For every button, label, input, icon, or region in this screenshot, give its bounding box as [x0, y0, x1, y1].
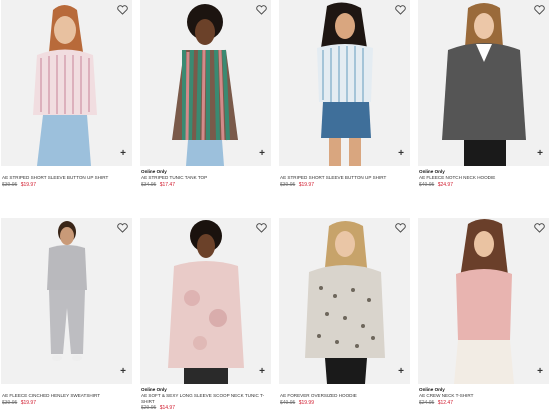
product-name[interactable]: AE Fleece Cinched Henley Sweatshirt	[2, 393, 130, 399]
favorite-heart-icon[interactable]	[116, 222, 128, 234]
price-row: $39.95 $19.97	[2, 182, 132, 189]
price-row: $29.95 $14.97	[141, 405, 271, 412]
add-plus-icon[interactable]: +	[537, 149, 543, 159]
product-photo[interactable]: +	[140, 218, 271, 384]
add-plus-icon[interactable]: +	[259, 149, 265, 159]
product-photo[interactable]: +	[140, 0, 271, 166]
price-row: $39.95 $19.97	[2, 400, 132, 407]
sale-price: $19.97	[298, 181, 314, 188]
product-photo[interactable]: +	[1, 0, 132, 166]
sale-price: $24.97	[437, 181, 453, 188]
product-name[interactable]: AE Striped Short Sleeve Button Up Shirt	[280, 175, 408, 181]
online-only-badge: Online Only	[141, 387, 167, 392]
product-card[interactable]: + AE Fleece Cinched Henley Sweatshirt $3…	[1, 218, 132, 414]
online-only-badge: Online Only	[141, 169, 167, 174]
sale-price: $17.47	[159, 181, 175, 188]
sale-price: $14.97	[159, 405, 175, 411]
add-plus-icon[interactable]: +	[537, 367, 543, 377]
original-price: $24.95	[419, 399, 435, 406]
sale-price: $19.97	[20, 181, 36, 188]
add-plus-icon[interactable]: +	[120, 149, 126, 159]
price-row: $49.95 $24.97	[419, 182, 549, 189]
product-image	[140, 0, 271, 166]
online-only-badge: Online Only	[419, 169, 445, 174]
price-row: $49.95 $19.99	[280, 400, 410, 407]
product-name[interactable]: AE Forever Oversized Hoodie	[280, 393, 408, 399]
product-card[interactable]: + Online Only AE Striped Tunic Tank Top …	[140, 0, 271, 202]
product-photo[interactable]: +	[418, 218, 549, 384]
product-card[interactable]: + Online Only AE Fleece Notch Neck Hoodi…	[418, 0, 549, 202]
product-image	[1, 0, 132, 166]
add-plus-icon[interactable]: +	[398, 367, 404, 377]
product-photo[interactable]: +	[279, 0, 410, 166]
product-image	[140, 218, 271, 384]
product-card[interactable]: + Online Only AE Crew Neck T-Shirt $24.9…	[418, 218, 549, 414]
product-image	[279, 0, 410, 166]
product-name[interactable]: AE Soft & Sexy Long Sleeve Scoop Neck Tu…	[141, 393, 269, 404]
sale-price: $19.99	[298, 399, 314, 406]
favorite-heart-icon[interactable]	[394, 222, 406, 234]
price-row: $34.95 $17.47	[141, 182, 271, 189]
original-price: $39.95	[280, 181, 296, 188]
product-card[interactable]: + AE Striped Short Sleeve Button Up Shir…	[279, 0, 410, 202]
product-image	[279, 218, 410, 384]
original-price: $34.95	[141, 181, 157, 188]
product-name[interactable]: AE Crew Neck T-Shirt	[419, 393, 547, 399]
product-card[interactable]: + AE Forever Oversized Hoodie $49.95 $19…	[279, 218, 410, 414]
original-price: $39.95	[2, 181, 18, 188]
price-row: $39.95 $19.97	[280, 182, 410, 189]
favorite-heart-icon[interactable]	[533, 4, 545, 16]
product-name[interactable]: AE Fleece Notch Neck Hoodie	[419, 175, 547, 181]
product-grid: + AE Striped Short Sleeve Button Up Shir…	[0, 0, 550, 414]
product-photo[interactable]: +	[418, 0, 549, 166]
original-price: $29.95	[141, 405, 157, 411]
add-plus-icon[interactable]: +	[120, 367, 126, 377]
original-price: $49.95	[419, 181, 435, 188]
favorite-heart-icon[interactable]	[255, 222, 267, 234]
product-card[interactable]: + AE Striped Short Sleeve Button Up Shir…	[1, 0, 132, 202]
add-plus-icon[interactable]: +	[398, 149, 404, 159]
product-photo[interactable]: +	[1, 218, 132, 384]
product-image	[418, 218, 549, 384]
favorite-heart-icon[interactable]	[533, 222, 545, 234]
product-image	[1, 218, 132, 384]
product-name[interactable]: AE Striped Tunic Tank Top	[141, 175, 269, 181]
original-price: $39.95	[2, 399, 18, 406]
favorite-heart-icon[interactable]	[255, 4, 267, 16]
price-row: $24.95 $12.47	[419, 400, 549, 407]
sale-price: $19.97	[20, 399, 36, 406]
original-price: $49.95	[280, 399, 296, 406]
online-only-badge: Online Only	[419, 387, 445, 392]
product-card[interactable]: + Online Only AE Soft & Sexy Long Sleeve…	[140, 218, 271, 414]
favorite-heart-icon[interactable]	[116, 4, 128, 16]
add-plus-icon[interactable]: +	[259, 367, 265, 377]
product-photo[interactable]: +	[279, 218, 410, 384]
favorite-heart-icon[interactable]	[394, 4, 406, 16]
product-image	[418, 0, 549, 166]
product-name[interactable]: AE Striped Short Sleeve Button Up Shirt	[2, 175, 130, 181]
sale-price: $12.47	[437, 399, 453, 406]
